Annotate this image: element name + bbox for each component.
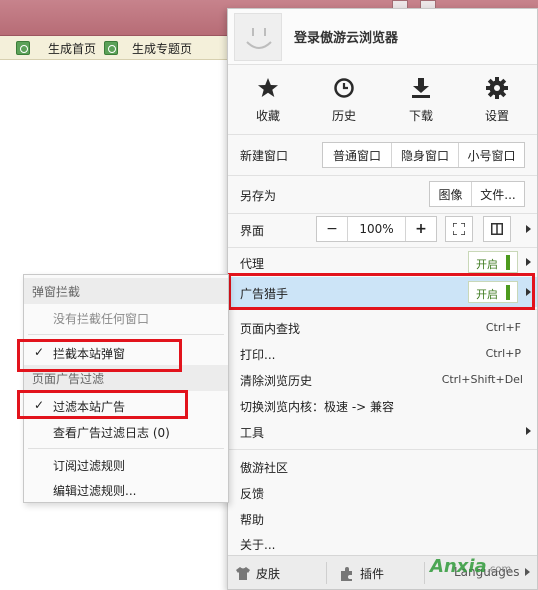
new-window-label: 新建窗口 [240,149,289,163]
download-icon [412,78,430,98]
smiley-icon [246,28,272,49]
feedback-label: 反馈 [240,487,265,501]
download-label: 下载 [408,109,433,123]
about-label: 关于... [240,538,276,552]
proxy-arrow-icon [526,258,531,266]
tools-label: 工具 [240,426,265,440]
zoom-out-button[interactable]: − [317,217,347,241]
switch-kernel-label: 切换浏览内核：极速 -> 兼容 [240,400,395,414]
highlight-box-block-popups [17,339,182,372]
clock-icon [334,78,354,98]
interface-label: 界面 [240,224,265,238]
new-window-row: 新建窗口 普通窗口 隐身窗口 小号窗口 [228,135,537,175]
favorites-button[interactable]: 收藏 [243,73,293,131]
favorites-label: 收藏 [255,109,280,123]
save-file-button[interactable]: 文件... [471,182,524,206]
proxy-toggle[interactable]: 开启 [468,251,518,273]
private-window-button[interactable]: 隐身窗口 [391,143,458,167]
divider [228,449,537,450]
plugins-label: 插件 [360,567,385,581]
bookmark-item[interactable]: 生成专题页 [104,40,192,56]
highlight-box-filter-ads [17,390,188,419]
proxy-state: 开启 [476,258,498,271]
bookmark-icon [16,41,30,55]
bookmark-item[interactable]: 生成首页 [16,40,96,56]
avatar[interactable] [234,13,282,61]
ad-filter-header-text: 页面广告过滤 [32,372,105,386]
bookmark-label: 生成首页 [48,41,97,56]
clear-history-shortcut: Ctrl+Shift+Del [441,373,523,386]
help-label: 帮助 [240,513,265,527]
sidebar-toggle-button[interactable] [483,216,511,242]
clear-history-label: 清除浏览历史 [240,374,313,388]
history-button[interactable]: 历史 [319,73,369,131]
zoom-group: − 100% + [316,216,437,242]
skin-label: 皮肤 [256,567,281,581]
watermark-brand: Anxia [430,556,487,577]
tools-row[interactable]: 工具 [228,419,537,443]
login-text[interactable]: 登录傲游云浏览器 [294,27,398,46]
normal-window-button[interactable]: 普通窗口 [323,143,391,167]
popup-block-header: 弹窗拦截 [24,278,228,304]
filter-log-item[interactable]: 查看广告过滤日志 (0) [53,424,170,441]
find-shortcut: Ctrl+F [485,321,521,334]
star-icon [258,78,278,97]
fullscreen-button[interactable] [445,216,473,242]
tools-arrow-icon [526,427,531,435]
feedback-row[interactable]: 反馈 [228,480,537,504]
shirt-icon [236,567,250,580]
languages-arrow-icon [525,568,531,576]
find-row[interactable]: 页面内查找 Ctrl+F [228,315,537,339]
mini-window-button[interactable]: 小号窗口 [458,143,524,167]
save-as-row: 另存为 图像 文件... [228,175,537,213]
find-label: 页面内查找 [240,322,301,336]
fullscreen-icon [446,217,472,241]
history-label: 历史 [331,109,356,123]
highlight-box-ad-hunter [228,273,535,310]
help-row[interactable]: 帮助 [228,506,537,530]
download-button[interactable]: 下载 [396,73,446,131]
community-row[interactable]: 傲游社区 [228,454,537,478]
zoom-level: 100% [347,217,405,241]
community-label: 傲游社区 [240,461,289,475]
gear-icon [486,77,508,99]
skin-button[interactable]: 皮肤 [236,565,280,582]
quick-actions: 收藏 历史 下载 设置 [228,65,537,135]
proxy-label: 代理 [240,257,265,271]
save-as-group: 图像 文件... [429,181,525,207]
print-label: 打印... [240,348,276,362]
watermark-domain: .com [486,564,512,575]
no-blocked-text: 没有拦截任何窗口 [53,312,150,326]
new-window-group: 普通窗口 隐身窗口 小号窗口 [322,142,525,168]
zoom-in-button[interactable]: + [405,217,436,241]
subscribe-rules-item[interactable]: 订阅过滤规则 [53,457,125,474]
interface-arrow-icon [526,225,531,233]
puzzle-icon [341,566,352,581]
sidebar-icon [484,217,510,241]
settings-button[interactable]: 设置 [472,73,522,131]
switch-kernel-row[interactable]: 切换浏览内核：极速 -> 兼容 [228,393,537,417]
about-row[interactable]: 关于... [228,532,537,556]
settings-label: 设置 [484,109,509,123]
watermark: Anxia.com [430,556,511,577]
save-as-label: 另存为 [240,189,277,203]
bookmark-label: 生成专题页 [132,41,193,56]
popup-block-header-text: 弹窗拦截 [32,285,81,299]
save-image-button[interactable]: 图像 [430,182,471,206]
print-row[interactable]: 打印... Ctrl+P [228,341,537,365]
interface-row: 界面 − 100% + [228,213,537,245]
plugins-button[interactable]: 插件 [340,565,384,582]
bookmark-icon [104,41,118,55]
login-area[interactable]: 登录傲游云浏览器 [228,9,537,65]
edit-rules-item[interactable]: 编辑过滤规则... [53,482,136,499]
print-shortcut: Ctrl+P [485,347,521,360]
ad-hunter-submenu: 弹窗拦截 没有拦截任何窗口 ✓ 拦截本站弹窗 页面广告过滤 ✓ 过滤本站广告 查… [23,274,229,503]
clear-history-row[interactable]: 清除浏览历史 Ctrl+Shift+Del [228,367,537,391]
